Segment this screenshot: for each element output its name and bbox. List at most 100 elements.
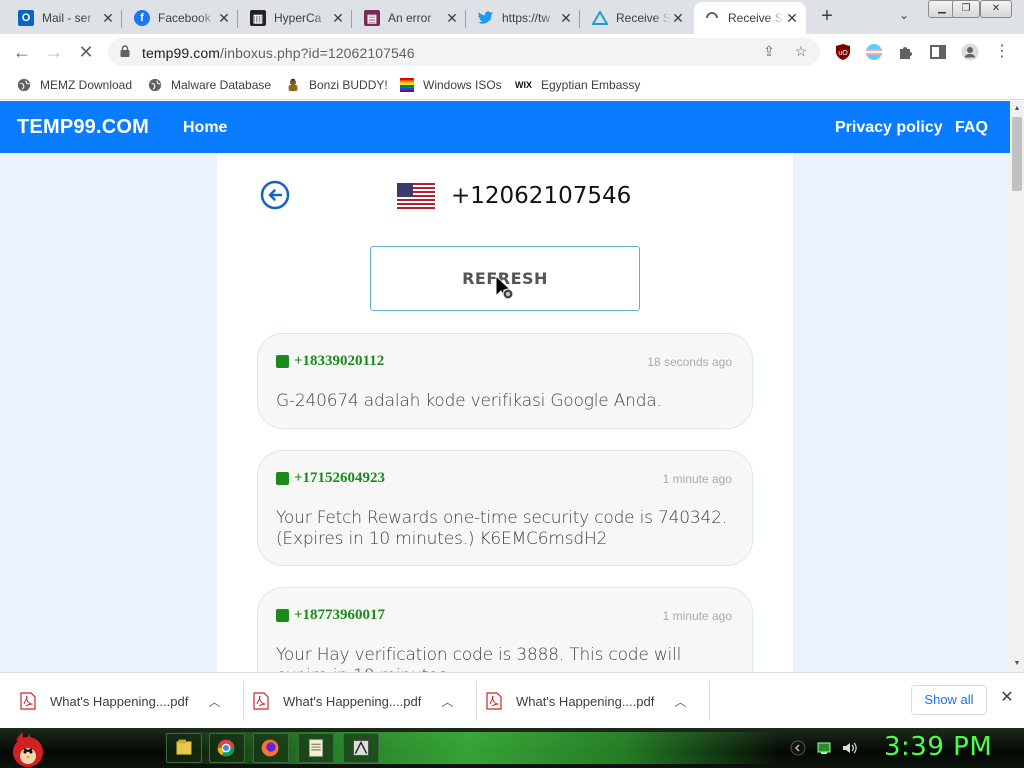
message-body: Your Fetch Rewards one-time security cod… (276, 508, 727, 549)
download-divider (476, 681, 478, 721)
bookmark-malware-database[interactable]: Malware Database (147, 76, 271, 94)
download-filename: What's Happening....pdf (516, 693, 655, 709)
extensions-puzzle-icon[interactable] (897, 43, 915, 61)
lock-icon (120, 45, 130, 57)
new-tab-button[interactable]: + (816, 6, 838, 28)
pdf-file-icon (20, 692, 36, 710)
nav-faq-link[interactable]: FAQ (955, 119, 988, 137)
window-close-button[interactable]: ✕ (980, 0, 1012, 18)
trans-flag-extension-icon[interactable] (865, 43, 883, 61)
close-icon[interactable]: ✕ (100, 10, 116, 27)
hypercam-icon: ▥ (250, 10, 266, 26)
chevron-up-icon[interactable]: ︿ (674, 693, 686, 710)
wix-icon: WIX (515, 80, 532, 90)
tab-mail[interactable]: O Mail - ser ✕ (8, 2, 122, 34)
tab-error[interactable]: ▤ An error ✕ (354, 2, 466, 34)
taskbar: 3:39 PM (0, 728, 1024, 768)
tab-title: Mail - ser (42, 11, 92, 25)
message-time: 1 minute ago (662, 609, 732, 623)
tab-separator (237, 10, 238, 28)
network-icon[interactable] (816, 740, 832, 756)
angry-bird-start-icon[interactable] (6, 728, 46, 768)
taskbar-explorer-icon[interactable] (166, 733, 202, 763)
tab-hypercam[interactable]: ▥ HyperCa ✕ (240, 2, 352, 34)
close-icon[interactable]: ✕ (998, 689, 1016, 707)
tab-search-icon[interactable]: ⌄ (895, 8, 913, 26)
outlook-icon: O (18, 10, 34, 26)
bookmark-label: Bonzi BUDDY! (309, 78, 388, 92)
tab-title: Facebook (158, 11, 211, 25)
close-icon[interactable]: ✕ (330, 10, 346, 27)
tab-twitter[interactable]: https://tw ✕ (468, 2, 580, 34)
close-icon[interactable]: ✕ (784, 10, 800, 27)
chevron-up-icon[interactable]: ︿ (441, 693, 453, 710)
tab-facebook[interactable]: f Facebook ✕ (124, 2, 238, 34)
bookmark-bonzi-buddy[interactable]: Bonzi BUDDY! (285, 76, 388, 94)
pdf-file-icon (486, 692, 502, 710)
tab-title: HyperCa (274, 11, 322, 25)
menu-kebab-icon[interactable]: ⋮ (990, 40, 1014, 64)
downloads-shelf: What's Happening....pdf ︿ What's Happeni… (0, 672, 1024, 728)
close-icon[interactable]: ✕ (216, 10, 232, 27)
message-body: G-240674 adalah kode verifikasi Google A… (276, 391, 662, 411)
scroll-up-arrow-icon[interactable]: ▲ (1010, 103, 1024, 115)
share-icon[interactable]: ⇪ (760, 43, 778, 61)
receive-sms-icon (592, 10, 608, 26)
close-icon[interactable]: ✕ (670, 10, 686, 27)
nav-home-link[interactable]: Home (183, 119, 227, 137)
facebook-icon: f (134, 10, 150, 26)
address-url: temp99.com/inboxus.php?id=12062107546 (142, 45, 415, 61)
back-circle-arrow-icon[interactable] (260, 180, 290, 210)
bookmark-egyptian-embassy[interactable]: WIX Egyptian Embassy (515, 76, 640, 94)
tray-chevron-icon[interactable] (790, 740, 806, 756)
taskbar-clock[interactable]: 3:39 PM (884, 732, 992, 762)
close-icon[interactable]: ✕ (558, 10, 574, 27)
download-filename: What's Happening....pdf (50, 693, 189, 709)
chevron-up-icon[interactable]: ︿ (208, 693, 220, 710)
restore-button[interactable]: ❐ (952, 0, 980, 18)
page-scrollbar[interactable]: ▲ ▼ (1010, 101, 1024, 672)
profile-avatar-icon[interactable] (961, 43, 979, 61)
forward-arrow-icon[interactable]: → (42, 40, 66, 64)
volume-icon[interactable] (841, 740, 857, 756)
message-body: Your Hay verification code is 3888. This… (276, 645, 682, 672)
download-item[interactable]: What's Happening....pdf ︿ (486, 673, 711, 729)
address-bar[interactable]: temp99.com/inboxus.php?id=12062107546 ⇪ … (108, 38, 820, 66)
tab-strip: O Mail - ser ✕ f Facebook ✕ ▥ HyperCa ✕ … (0, 0, 1024, 34)
ublock-origin-icon[interactable]: uO (834, 43, 852, 61)
site-brand[interactable]: TEMP99.COM (17, 116, 149, 139)
taskbar-firefox-icon[interactable] (253, 733, 289, 763)
bookmark-star-icon[interactable]: ☆ (792, 43, 810, 61)
download-item[interactable]: What's Happening....pdf ︿ (253, 673, 478, 729)
busy-cursor-icon (495, 274, 514, 301)
loading-icon (704, 10, 720, 26)
twitter-icon (478, 10, 494, 26)
scrollbar-thumb[interactable] (1012, 117, 1022, 191)
taskbar-hypercam-icon[interactable] (343, 733, 379, 763)
windows-icon (400, 78, 414, 92)
browser-toolbar: ← → ✕ temp99.com/inboxus.php?id=12062107… (0, 34, 1024, 70)
bookmark-label: Malware Database (171, 78, 272, 92)
bookmark-label: MEMZ Download (40, 78, 133, 92)
show-all-downloads-button[interactable]: Show all (911, 685, 987, 715)
stop-loading-icon[interactable]: ✕ (74, 40, 98, 64)
bookmark-label: Windows ISOs (423, 78, 502, 92)
tab-receive-sms[interactable]: Receive S ✕ (582, 2, 692, 34)
download-filename: What's Happening....pdf (283, 693, 422, 709)
bookmark-windows-isos[interactable]: Windows ISOs (399, 76, 502, 94)
tab-title: Receive S (616, 11, 670, 25)
taskbar-notepad-icon[interactable] (298, 733, 334, 763)
phone-icon (276, 472, 289, 485)
taskbar-chrome-icon[interactable] (209, 733, 245, 763)
message-card: +17152604923 1 minute ago Your Fetch Rew… (257, 450, 753, 566)
bookmark-memz-download[interactable]: MEMZ Download (16, 76, 132, 94)
tab-receive-sms-active[interactable]: Receive S ✕ (694, 2, 806, 34)
download-item[interactable]: What's Happening....pdf ︿ (20, 673, 245, 729)
scroll-down-arrow-icon[interactable]: ▼ (1010, 658, 1024, 670)
nav-privacy-link[interactable]: Privacy policy (835, 119, 943, 137)
back-arrow-icon[interactable]: ← (10, 40, 34, 64)
message-card: +18339020112 18 seconds ago G-240674 ada… (257, 333, 753, 429)
bonzi-icon (288, 78, 298, 92)
close-icon[interactable]: ✕ (444, 10, 460, 27)
side-panel-icon[interactable] (929, 43, 947, 61)
